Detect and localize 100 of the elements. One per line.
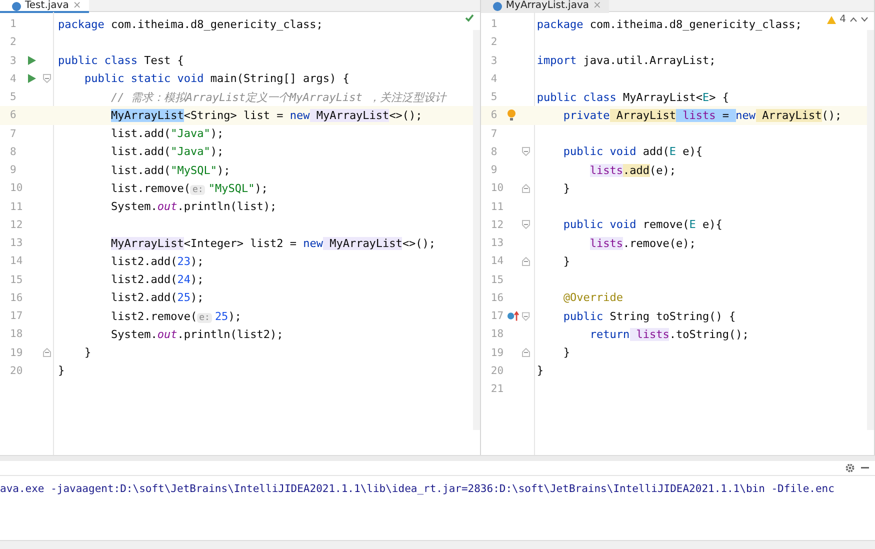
code-line: MyArrayList<Integer> list2 = new MyArrayList<>(); <box>110 236 436 250</box>
tab-label: MyArrayList.java <box>506 1 589 11</box>
line-number: 4 <box>9 72 18 85</box>
line-number: 8 <box>490 146 498 158</box>
code-line: public String toString() { <box>562 310 736 323</box>
code-line: @Override <box>562 291 624 304</box>
file-tab[interactable]: Test.java × <box>0 0 90 13</box>
line-number: 17 <box>9 310 24 322</box>
code-line: // 需求：模拟ArrayList定义一个MyArrayList ，关注泛型设计 <box>110 90 446 105</box>
line-number: 3 <box>9 54 18 67</box>
line-number: 19 <box>9 346 24 359</box>
line-number: 19 <box>490 346 505 359</box>
code-line: lists.add(e); <box>588 164 676 177</box>
code-line: } <box>84 346 92 360</box>
file-tab[interactable]: MyArrayList.java × <box>480 0 610 13</box>
line-number: 3 <box>490 54 498 67</box>
fold-marker-icon[interactable] <box>43 348 51 358</box>
line-number: 10 <box>9 182 24 194</box>
line-number: 16 <box>490 292 505 304</box>
fold-marker-icon[interactable] <box>522 220 530 230</box>
line-number: 20 <box>490 364 505 377</box>
line-number: 14 <box>490 255 505 268</box>
code-line: System.out.println(list2); <box>110 328 284 341</box>
code-line: list.add("Java"); <box>110 145 224 158</box>
line-number: 15 <box>490 274 505 286</box>
code-line: } <box>536 364 544 378</box>
fold-marker-icon[interactable] <box>522 348 530 358</box>
code-line: package com.itheima.d8_genericity_class; <box>57 18 323 31</box>
line-number: 18 <box>490 328 505 340</box>
code-line: list2.remove( e: 25); <box>110 310 242 323</box>
class-file-icon <box>492 2 502 11</box>
override-icon[interactable] <box>506 311 520 322</box>
settings-icon[interactable] <box>845 463 855 473</box>
line-number: 10 <box>490 182 505 194</box>
code-line: } <box>562 182 570 195</box>
line-number: 13 <box>490 237 505 250</box>
class-file-icon <box>12 2 21 11</box>
line-number: 17 <box>490 310 505 322</box>
scrollbar-track[interactable] <box>867 30 874 430</box>
chevron-up-icon[interactable] <box>850 17 857 22</box>
line-number: 6 <box>490 109 498 122</box>
code-line: public class MyArrayList<E> { <box>536 90 729 104</box>
line-number: 6 <box>9 109 18 122</box>
code-line: package com.itheima.d8_genericity_class; <box>536 18 802 31</box>
fold-marker-icon[interactable] <box>522 312 530 321</box>
minimize-icon[interactable] <box>861 467 869 469</box>
line-number: 18 <box>9 328 24 340</box>
code-line: } <box>562 254 570 268</box>
code-line: private ArrayList lists = new ArrayList(); <box>562 108 842 122</box>
line-number: 2 <box>9 36 18 48</box>
code-line: public static void main(String[] args) { <box>84 72 350 86</box>
fold-marker-icon[interactable] <box>522 147 530 156</box>
code-line: public void remove(E e){ <box>562 218 722 232</box>
line-number: 1 <box>490 18 498 30</box>
line-number: 21 <box>490 383 505 396</box>
tab-label: Test.java <box>25 1 69 11</box>
lightbulb-icon[interactable] <box>506 109 516 122</box>
line-number: 20 <box>9 364 24 377</box>
line-number: 7 <box>9 128 18 140</box>
code-line: list2.add(25); <box>110 291 204 304</box>
line-number: 12 <box>490 218 505 231</box>
code-line: import java.util.ArrayList; <box>536 54 716 68</box>
code-line: list2.add(23); <box>110 254 204 268</box>
code-line: } <box>562 346 570 360</box>
code-line: list2.add(24); <box>110 273 204 286</box>
code-line: } <box>57 364 65 378</box>
code-line: lists.remove(e); <box>588 236 696 250</box>
line-number: 5 <box>9 91 18 104</box>
code-line: MyArrayList<String> list = new MyArrayList<>(); <box>110 108 422 122</box>
line-number: 11 <box>9 200 24 213</box>
line-number: 4 <box>490 72 498 85</box>
line-number: 11 <box>490 200 505 213</box>
warning-icon[interactable] <box>826 16 836 24</box>
line-number: 14 <box>9 255 24 268</box>
chevron-down-icon[interactable] <box>861 17 868 22</box>
code-line: return lists.toString(); <box>588 328 749 341</box>
code-line: System.out.println(list); <box>110 200 277 214</box>
code-line: public void add(E e){ <box>562 145 703 158</box>
line-number: 2 <box>490 36 498 48</box>
line-number: 12 <box>9 218 24 231</box>
code-line: list.remove( e: "MySQL"); <box>110 182 268 195</box>
code-line: list.add("Java"); <box>110 127 224 140</box>
line-number: 1 <box>9 18 18 30</box>
line-number: 15 <box>9 274 24 286</box>
line-number: 9 <box>490 164 498 176</box>
code-line: list.add("MySQL"); <box>110 164 230 177</box>
line-number: 8 <box>9 146 18 158</box>
fold-marker-icon[interactable] <box>522 184 530 193</box>
warning-count: 4 <box>840 14 846 25</box>
scrollbar-track[interactable] <box>472 30 480 430</box>
fold-marker-icon[interactable] <box>43 74 51 84</box>
line-number: 13 <box>9 237 24 250</box>
line-number: 9 <box>9 164 18 176</box>
check-icon <box>464 14 474 22</box>
line-number: 7 <box>490 128 498 140</box>
code-line: public class Test { <box>57 54 184 68</box>
console-output: ava.exe -javaagent:D:\soft\JetBrains\IntelliJIDEA2021.1.1\lib\idea_rt.jar=2836:D:\soft\JetBrains\IntelliJIDEA2021.1.1\bin -Dfile.enc <box>0 482 836 495</box>
fold-marker-icon[interactable] <box>522 256 530 266</box>
line-number: 5 <box>490 91 498 104</box>
line-number: 16 <box>9 292 24 304</box>
